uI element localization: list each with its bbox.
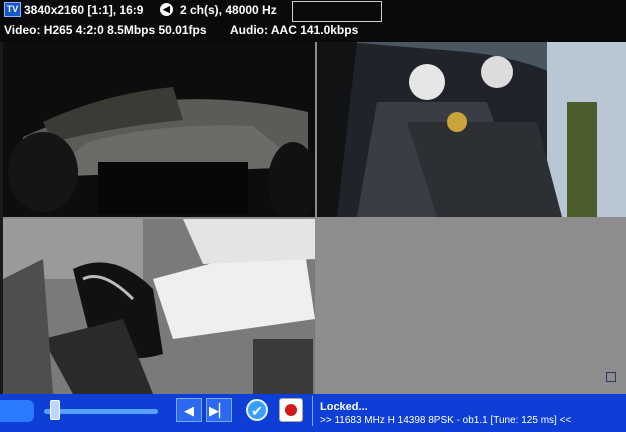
- check-icon: ✔: [251, 403, 263, 419]
- video-quadrant-road: [3, 42, 315, 217]
- status-text: Locked...: [320, 401, 368, 413]
- control-bar: ◀ ▶▏ ✔ Locked... >> 11683 MHz H 14398 8P…: [0, 394, 626, 432]
- video-quadrant-empty: [317, 219, 626, 394]
- empty-box: [292, 1, 382, 22]
- audio-info: Audio: AAC 141.0kbps: [230, 23, 359, 37]
- forward-icon: ▶▏: [209, 403, 229, 418]
- tuning-detail: >> 11683 MHz H 14398 8PSK - ob1.1 [Tune:…: [320, 415, 572, 426]
- resolution-label: 3840x2160 [1:1], 16:9: [24, 3, 144, 17]
- seek-thumb[interactable]: [50, 400, 60, 420]
- back-button[interactable]: [0, 400, 34, 422]
- video-quadrant-cockpit: [317, 42, 626, 217]
- tv-icon: TV: [4, 2, 21, 17]
- rewind-button[interactable]: ◀: [176, 398, 202, 422]
- fullscreen-icon[interactable]: [606, 372, 616, 382]
- audio-channels-label: 2 ch(s), 48000 Hz: [180, 3, 277, 17]
- video-quadrant-pedals: [3, 219, 315, 394]
- record-icon: [285, 404, 297, 416]
- rewind-icon: ◀: [184, 403, 194, 418]
- seek-bar[interactable]: [44, 409, 158, 414]
- video-area[interactable]: [3, 42, 626, 394]
- record-button[interactable]: [279, 398, 303, 422]
- forward-button[interactable]: ▶▏: [206, 398, 232, 422]
- info-bar: TV 3840x2160 [1:1], 16:9 ◀ 2 ch(s), 4800…: [0, 0, 626, 42]
- audio-icon: ◀: [160, 3, 173, 16]
- check-button[interactable]: ✔: [246, 399, 268, 421]
- divider: [312, 396, 313, 426]
- video-info: Video: H265 4:2:0 8.5Mbps 50.01fps: [4, 23, 207, 37]
